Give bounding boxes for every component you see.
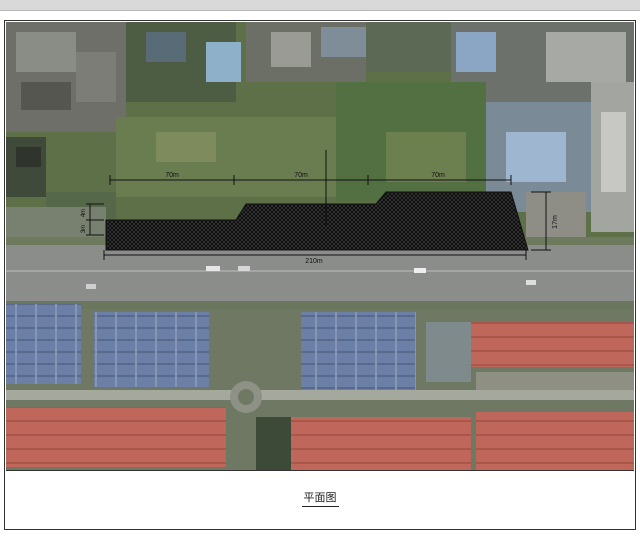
satellite-map: 70m 70m 70m 210m 17m 4m 3m [6,22,634,470]
dim-label-total-length: 210m [305,258,323,265]
dim-label-height-left-bottom: 3m [81,225,87,233]
caption-area: 平面图 [6,470,634,529]
drawing-caption: 平面图 [6,489,634,507]
dim-label-height-right: 17m [552,215,559,229]
dim-label-segment-2: 70m [294,172,308,179]
caption-text: 平面图 [301,489,339,507]
dim-label-segment-3: 70m [431,172,445,179]
dim-label-segment-1: 70m [165,172,179,179]
south-area [6,304,634,470]
dim-label-height-left-top: 4m [81,209,87,217]
window-top-bar [0,0,640,11]
